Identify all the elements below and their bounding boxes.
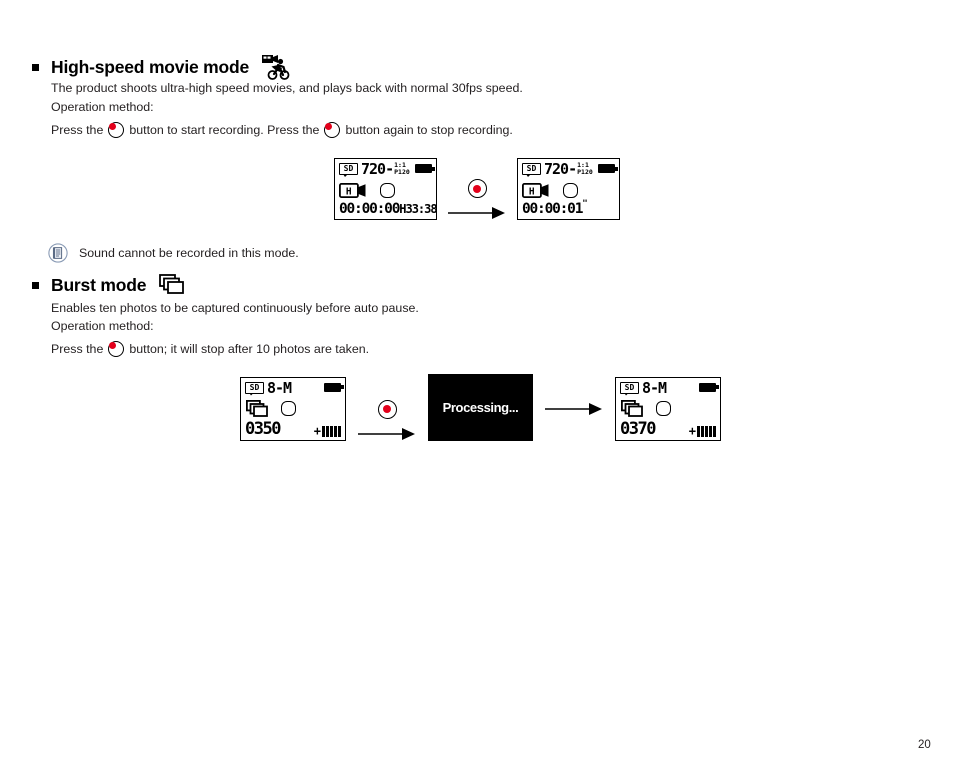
burst-flow: SD 8-M 0350 + Processing... SD 8-M 0370 …	[240, 374, 721, 441]
record-button-icon[interactable]	[108, 122, 125, 138]
high-speed-camcorder-icon: H	[338, 182, 367, 198]
record-button-icon[interactable]	[377, 399, 397, 419]
high-speed-press-instruction: Press the button to start recording. Pre…	[51, 122, 513, 138]
arrow-right-icon	[448, 207, 505, 219]
lcd-mode-row: H	[338, 180, 432, 200]
section-heading-burst-mode: Burst mode	[32, 274, 185, 296]
lcd-mode-row: H	[521, 180, 615, 200]
lcd-counter-row: 0370 +	[620, 418, 716, 439]
sd-card-badge: SD	[522, 163, 541, 175]
heading-bullet-icon	[32, 281, 39, 289]
recording-mark: "	[582, 199, 588, 209]
elapsed-time: 00:00:00	[339, 201, 400, 217]
high-speed-flow: SD 720- 1:1 P120 H 00:00:00 H33:38 SD 72…	[334, 158, 620, 220]
lcd-before-recording: SD 720- 1:1 P120 H 00:00:00 H33:38	[334, 158, 438, 220]
press-text-after: button again to stop recording.	[345, 123, 513, 137]
svg-text:H: H	[529, 186, 535, 197]
arrow-right-icon	[545, 402, 602, 415]
meter-bars	[322, 425, 341, 437]
record-button-icon[interactable]	[108, 341, 125, 357]
frame-rate-label: P120	[577, 168, 593, 176]
meter-plus-label: +	[313, 423, 321, 438]
high-speed-camcorder-icon: H	[521, 182, 550, 198]
shot-counter: 0370	[620, 418, 656, 439]
high-speed-operation-label: Operation method:	[51, 100, 154, 114]
high-speed-note: Sound cannot be recorded in this mode.	[48, 243, 299, 263]
meter-bars	[697, 425, 716, 437]
lcd-status-row: SD 720- 1:1 P120	[522, 160, 618, 179]
lcd-status-row: SD 8-M	[620, 378, 719, 398]
press-text-before: Press the	[51, 342, 104, 356]
sd-card-badge: SD	[620, 381, 639, 394]
lcd-status-row: SD 720- 1:1 P120	[339, 160, 435, 179]
level-meter-icon: +	[689, 424, 716, 437]
burst-description: Enables ten photos to be captured contin…	[51, 301, 419, 315]
sd-card-badge: SD	[339, 163, 358, 175]
remaining-time: H33:38	[399, 202, 437, 216]
frame-rate-label: P120	[394, 168, 410, 176]
resolution-label: 720-	[361, 160, 394, 178]
lcd-before-burst: SD 8-M 0350 +	[240, 376, 346, 441]
note-text: Sound cannot be recorded in this mode.	[79, 246, 299, 260]
lcd-recording: SD 720- 1:1 P120 H 00:00:01 "	[517, 158, 620, 220]
lcd-mode-row	[620, 399, 716, 419]
record-button-icon[interactable]	[324, 122, 341, 138]
resolution-superscript: 1:1 P120	[394, 162, 410, 176]
battery-full-icon	[598, 164, 618, 173]
high-speed-description: The product shoots ultra-high speed movi…	[51, 81, 523, 95]
burst-operation-label: Operation method:	[51, 319, 154, 333]
record-arrow-start	[437, 158, 517, 220]
resolution-label: 8-M	[642, 378, 667, 397]
record-arrow-burst	[346, 377, 428, 441]
record-button-icon[interactable]	[467, 179, 487, 198]
elapsed-time: 00:00:01	[522, 201, 583, 217]
press-text-middle: button to start recording. Press the	[129, 123, 320, 137]
burst-frames-icon	[245, 399, 270, 417]
press-text-after: button; it will stop after 10 photos are…	[129, 342, 370, 356]
burst-frames-icon	[620, 399, 645, 417]
battery-full-icon	[699, 382, 719, 392]
shutter-octagon-icon	[656, 401, 671, 416]
shot-counter: 0350	[245, 418, 281, 439]
lcd-counter-row: 0350 +	[245, 418, 341, 439]
burst-frames-icon	[159, 274, 185, 296]
lcd-mode-row	[245, 399, 341, 419]
camcorder-cyclist-icon	[261, 54, 291, 80]
shutter-octagon-icon	[563, 182, 578, 198]
heading-label: High-speed movie mode	[51, 56, 250, 77]
battery-full-icon	[415, 164, 435, 173]
level-meter-icon: +	[314, 424, 341, 437]
resolution-superscript: 1:1 P120	[577, 162, 593, 176]
heading-label: Burst mode	[51, 274, 147, 295]
meter-plus-label: +	[688, 423, 696, 438]
burst-press-instruction: Press the button; it will stop after 10 …	[51, 341, 369, 357]
result-arrow	[533, 377, 615, 441]
battery-full-icon	[324, 382, 344, 392]
arrow-right-icon	[358, 427, 415, 440]
sd-card-badge: SD	[245, 381, 264, 394]
svg-text:H: H	[346, 186, 352, 197]
shutter-octagon-icon	[281, 401, 296, 416]
shutter-octagon-icon	[380, 182, 395, 198]
lcd-timer-row: 00:00:00 H33:38	[339, 200, 438, 217]
lcd-status-row: SD 8-M	[245, 378, 344, 398]
lcd-after-burst: SD 8-M 0370 +	[615, 376, 721, 441]
note-document-icon	[48, 243, 68, 263]
processing-label: Processing...	[442, 400, 519, 415]
resolution-label: 8-M	[267, 378, 292, 397]
heading-bullet-icon	[32, 63, 39, 71]
lcd-timer-row: 00:00:01 "	[522, 199, 615, 217]
resolution-label: 720-	[544, 160, 577, 178]
section-heading-high-speed-movie: High-speed movie mode	[32, 54, 291, 80]
page-number: 20	[918, 739, 931, 751]
press-text-before: Press the	[51, 123, 104, 137]
lcd-processing: Processing...	[428, 374, 533, 441]
